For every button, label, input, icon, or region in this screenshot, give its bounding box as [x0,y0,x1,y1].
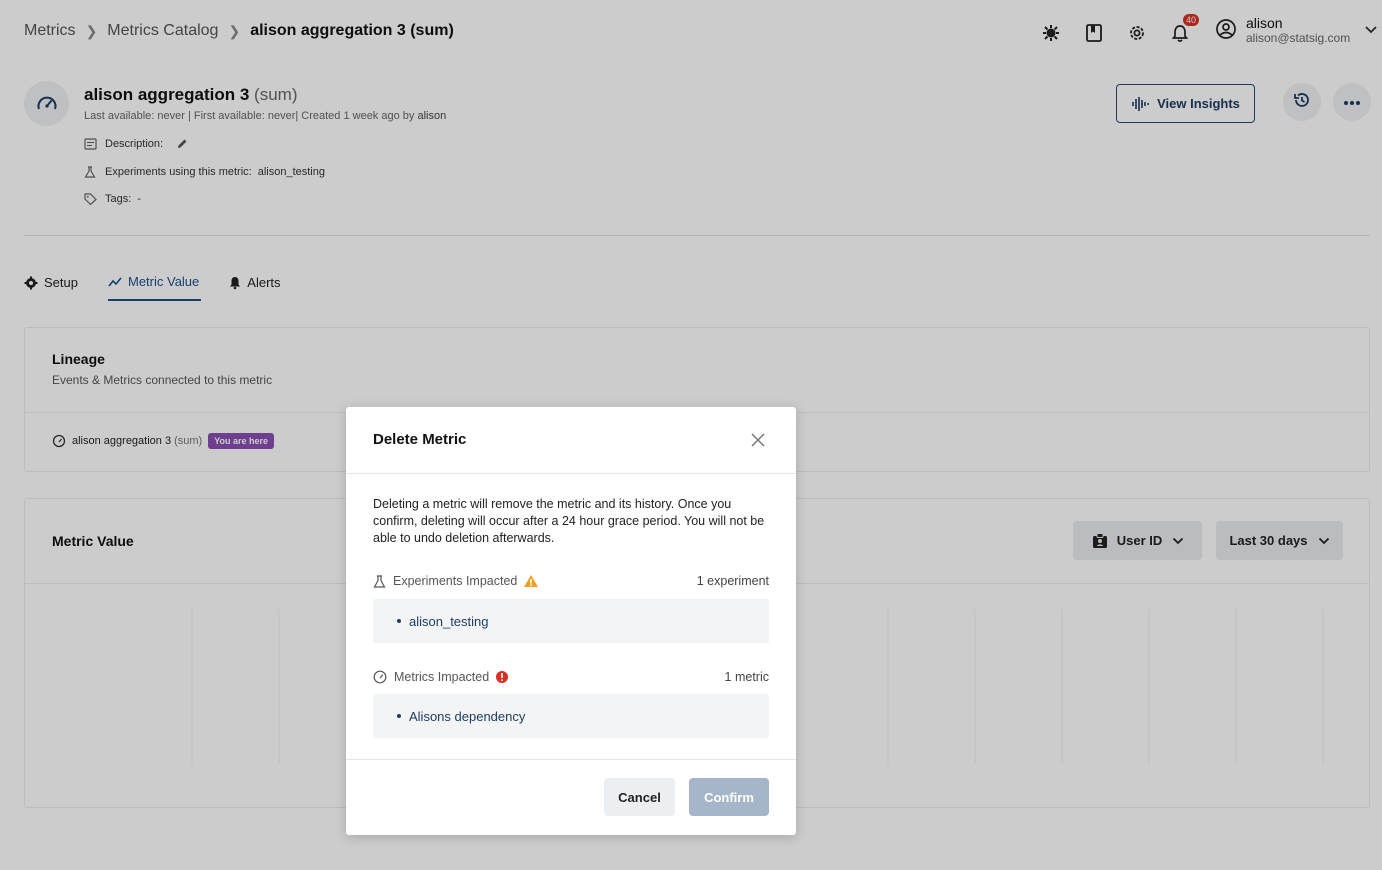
metrics-impacted-count: 1 metric [724,670,769,684]
impacted-experiment-link[interactable]: alison_testing [409,614,489,629]
metrics-impacted-list: Alisons dependency [373,694,769,738]
error-icon [495,670,509,684]
metrics-impacted-label: Metrics Impacted [394,670,490,684]
metrics-impacted-header: Metrics Impacted 1 metric [373,670,769,684]
delete-metric-dialog: Delete Metric Deleting a metric will rem… [346,407,796,835]
metric-detail-page: Metrics ❯ Metrics Catalog ❯ alison aggre… [0,0,1382,870]
dialog-header-divider [346,473,796,474]
metric-gauge-icon [373,670,387,684]
bullet [397,714,401,718]
experiments-impacted-label: Experiments Impacted [393,574,518,588]
confirm-button[interactable]: Confirm [689,778,769,816]
impacted-metric-link[interactable]: Alisons dependency [409,709,525,724]
bullet [397,619,401,623]
dialog-message: Deleting a metric will remove the metric… [373,497,765,545]
experiments-impacted-list: alison_testing [373,599,769,643]
dialog-title: Delete Metric [373,431,467,448]
close-icon[interactable] [750,432,766,448]
warning-icon [523,574,539,588]
experiments-impacted-header: Experiments Impacted 1 experiment [373,574,769,588]
dialog-footer-divider [346,759,796,760]
cancel-button[interactable]: Cancel [604,778,675,816]
experiments-impacted-count: 1 experiment [696,574,769,588]
flask-icon [373,574,386,588]
